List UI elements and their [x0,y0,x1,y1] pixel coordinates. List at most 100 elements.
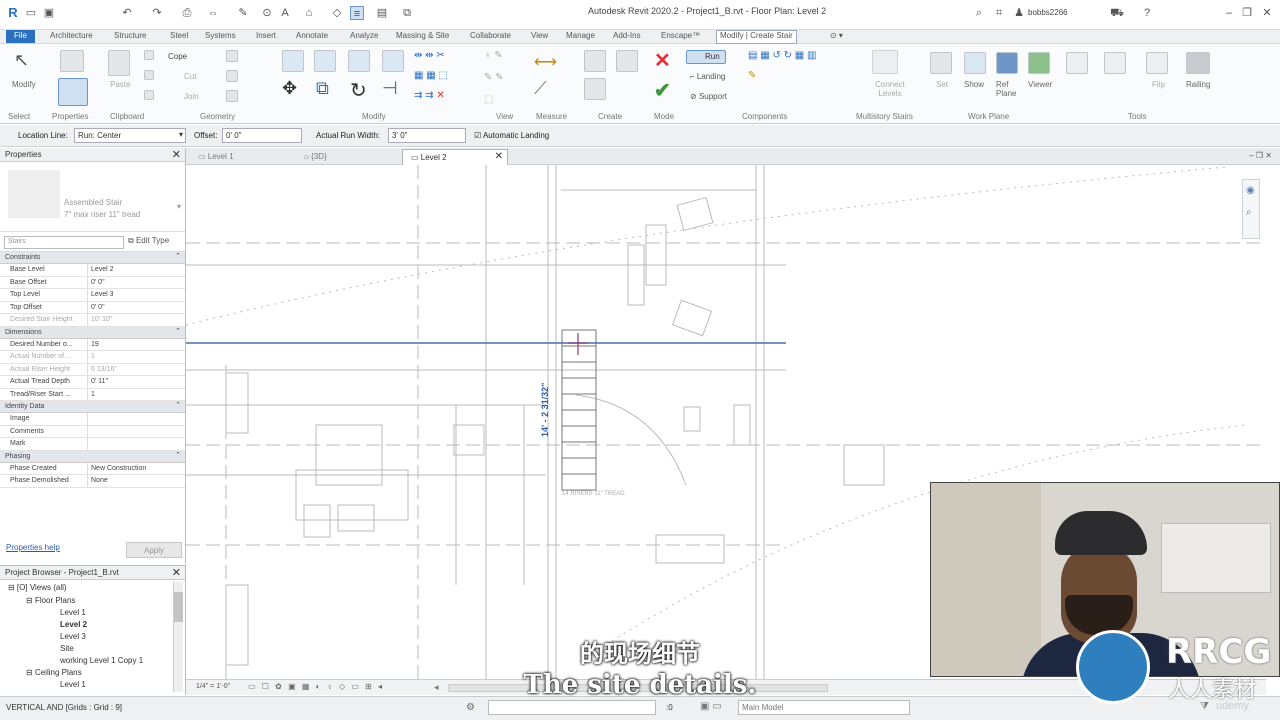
mirror-axis-icon[interactable] [348,50,370,72]
property-value[interactable]: 0' 11" [88,376,185,388]
measure-icon-ribbon[interactable]: ⟷ [534,52,557,72]
close-icon[interactable]: ✕ [172,148,181,161]
open-icon[interactable]: ▭ [24,6,38,20]
tree-level-2[interactable]: Level 2 [60,620,87,629]
close-icon[interactable]: ✕ [495,151,503,162]
copy-clip-icon[interactable] [144,70,154,80]
apply-button[interactable]: Apply [126,542,182,558]
geometry-tool-icon[interactable] [226,50,238,62]
convert-icon[interactable] [1066,52,1088,74]
zoom-icon[interactable]: ⌕ [1246,207,1252,218]
mirror-draw-icon[interactable] [382,50,404,72]
property-row[interactable]: Base Offset 0' 0" [0,276,185,289]
property-row[interactable]: Phase Created New Construction [0,462,185,475]
user-name[interactable]: bobbs2266 [1028,8,1068,17]
run-button[interactable]: Run [686,50,726,64]
browser-scroll-thumb[interactable] [174,592,183,622]
dimension-tool-icon[interactable]: ⟋ [534,78,547,99]
property-row[interactable]: Top Offset 0' 0" [0,301,185,314]
search-icon[interactable]: ⌕ [972,6,986,20]
collapse-icon[interactable]: ⌃ [175,401,181,409]
property-row[interactable]: Desired Number o... 19 [0,338,185,351]
property-row[interactable]: Mark [0,438,185,451]
copy-icon[interactable]: ⧉ [316,78,329,99]
tab-collaborate[interactable]: Collaborate [470,31,511,40]
view-tab-level-2[interactable]: ▭ Level 2 ✕ [402,149,508,165]
move-icon[interactable]: ✥ [282,78,297,99]
tab-systems[interactable]: Systems [205,31,236,40]
property-section[interactable]: Phasing ⌃ [0,450,185,463]
print-icon[interactable]: ⎙ [180,6,194,20]
close-hidden-icon[interactable]: ▤ [375,6,389,20]
property-row[interactable]: Tread/Riser Start ... 1 [0,388,185,401]
show-workplane-icon[interactable] [964,52,986,74]
property-value[interactable]: 1 [88,351,185,363]
geometry-tool-icon-2[interactable] [226,70,238,82]
worksets-icon[interactable]: ⚙ [466,702,475,713]
tab-structure[interactable]: Structure [114,31,146,40]
close-icon[interactable]: ✕ [1260,6,1274,20]
landing-button[interactable]: ⌐ Landing [690,72,725,81]
close-icon[interactable]: ✕ [172,566,181,579]
property-value[interactable]: 6 13/16" [88,364,185,376]
tab-file[interactable]: File [6,30,35,43]
section-icon[interactable]: ◇ [330,6,344,20]
cart-icon[interactable]: ⛟ [1110,6,1124,20]
design-option-select[interactable]: Main Model [738,700,910,715]
component-draw-tools[interactable]: ▤ ▦ ↺ ↻ ▦ ▥ [748,50,838,64]
property-row[interactable]: Desired Stair Height 10' 10" [0,314,185,327]
tab-insert[interactable]: Insert [256,31,276,40]
join-label[interactable]: Join [184,92,199,101]
save-icon[interactable]: ▣ [42,6,56,20]
view-window-controls[interactable]: – ❐ ✕ [1249,151,1272,160]
collapse-icon[interactable]: ⌃ [175,252,181,260]
binoculars-icon[interactable]: ⌗ [992,6,1006,20]
type-selector[interactable]: Assembled Stair 7" max riser 11" tread ▾ [0,162,185,232]
property-value[interactable] [88,413,185,425]
property-value[interactable] [88,438,185,450]
workset-select[interactable] [488,700,656,715]
collapse-icon[interactable]: ⌃ [175,451,181,459]
property-value[interactable]: 1 [88,389,185,401]
flip-icon[interactable] [1146,52,1168,74]
help-icon[interactable]: ? [1140,6,1154,20]
modify-arrow-icon[interactable]: ↖ [14,50,36,72]
tab-annotate[interactable]: Annotate [296,31,328,40]
ribbon-options-icon[interactable]: ⊙ ▾ [830,31,843,40]
ref-plane-icon[interactable] [996,52,1018,74]
run-width-input[interactable]: 3' 0" [388,128,466,143]
view-tab-level-1[interactable]: ▭ Level 1 [190,149,242,165]
create-similar-icon[interactable] [584,50,606,72]
properties-icon[interactable] [58,78,88,106]
properties-help-link[interactable]: Properties help [6,543,60,552]
revit-logo[interactable]: R [6,6,20,20]
cut-clip-icon[interactable] [144,50,154,60]
view-tab-3d[interactable]: ⌂ {3D} [296,149,335,165]
auto-landing-checkbox[interactable]: ☑ Automatic Landing [474,131,549,140]
property-section[interactable]: Identity Data ⌃ [0,401,185,413]
panel-select[interactable]: Select [8,112,30,121]
offset-icon[interactable] [314,50,336,72]
cope-label[interactable]: Cope [168,52,187,61]
thin-lines-icon[interactable]: ≡ [350,6,364,20]
minimize-icon[interactable]: – [1222,6,1236,20]
measure-icon[interactable]: ⇔ [206,6,220,20]
support-button[interactable]: ⊘ Support [690,92,727,101]
property-section[interactable]: Constraints ⌃ [0,252,185,264]
tree-level-1[interactable]: Level 1 [60,608,86,617]
property-value[interactable]: 0' 0" [88,277,185,289]
geometry-tool-icon-3[interactable] [226,90,238,102]
steering-wheel-icon[interactable]: ◉ [1246,185,1255,196]
text-icon[interactable]: A [278,6,292,20]
3d-view-icon[interactable]: ⌂ [302,6,316,20]
edit-sketch-icon[interactable] [1104,52,1126,74]
property-value[interactable]: New Construction [88,463,185,475]
cancel-edit-icon[interactable]: ✕ [654,48,671,73]
tag-icon[interactable]: ⊙ [260,6,274,20]
rotate-icon[interactable]: ↻ [350,78,367,103]
tab-addins[interactable]: Add-Ins [613,31,641,40]
viewer-icon[interactable] [1028,52,1050,74]
match-type-icon[interactable] [144,90,154,100]
create-group-icon[interactable] [584,78,606,100]
redo-icon[interactable]: ↷ [150,6,164,20]
